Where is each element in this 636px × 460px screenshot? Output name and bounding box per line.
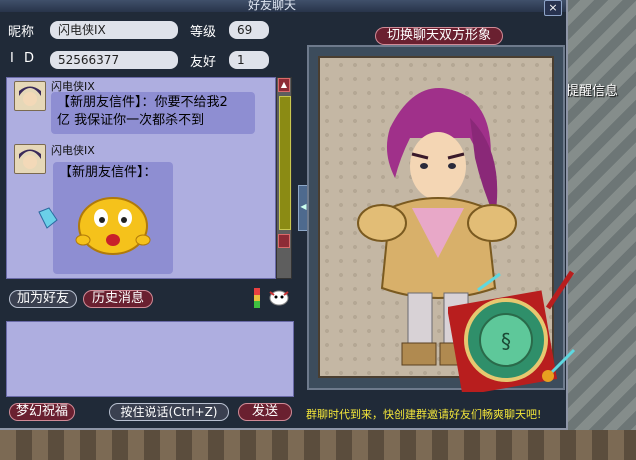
scroll-thumb[interactable] [279,96,291,230]
gem-icon [38,207,58,229]
switch-portrait-button[interactable]: 切换聊天双方形象 [375,27,503,45]
message-text-line1: 【新朋友信件】：你要不给我2 [57,95,228,110]
send-button[interactable]: 发送 [238,403,292,421]
message-text: 【新朋友信件】： [59,165,157,180]
level-field: 69 [229,21,269,39]
dream-wish-button[interactable]: 梦幻祝福 [9,403,75,421]
game-scene-bottom [0,430,636,460]
group-chat-jade-icon[interactable]: § [448,268,576,392]
scroll-up-button[interactable]: ▲ [278,78,290,92]
message-input[interactable] [6,321,294,397]
level-label: 等级 [190,25,217,40]
reminder-text[interactable]: 提醒信息 [566,80,618,99]
svg-text:§: § [501,329,511,353]
title-bar[interactable]: 好友聊天 × [0,0,566,16]
nickname-label: 昵称 [8,25,35,40]
window-title: 好友聊天 [248,0,297,12]
friendship-label: 友好 [190,55,217,70]
add-friend-button[interactable]: 加为好友 [9,290,77,308]
sender-avatar [14,81,46,111]
friendship-field: 1 [229,51,269,69]
id-label: I D [10,51,37,66]
message-text-line2: 亿 我保证你一次都杀不到 [57,113,205,128]
message-bubble: 【新朋友信件】：你要不给我2 亿 我保证你一次都杀不到 [51,92,255,134]
signal-icon [254,288,260,308]
chat-scrollbar[interactable]: ▲ [276,77,292,279]
scroll-down-button[interactable] [278,234,290,248]
game-scene-right [566,0,636,460]
message-sender-name: 闪电侠IX [51,144,95,157]
friend-chat-window: 好友聊天 × 昵称 闪电侠IX 等级 69 I D 52566377 友好 1 … [0,0,576,430]
push-to-talk-button[interactable]: 按住说话(Ctrl+Z) [109,403,229,421]
group-chat-slogan[interactable]: 群聊时代到来，快创建群邀请好友们畅爽聊天吧! [306,406,541,422]
nickname-field: 闪电侠IX [50,21,178,39]
id-field: 52566377 [50,51,178,69]
history-button[interactable]: 历史消息 [83,290,153,308]
message-bubble: 【新朋友信件】： [53,162,173,274]
close-button[interactable]: × [544,0,562,16]
chat-history[interactable]: 闪电侠IX 【新朋友信件】：你要不给我2 亿 我保证你一次都杀不到 闪电侠IX … [6,77,276,279]
sender-avatar [14,144,46,174]
emoticon-icon [75,197,151,255]
pet-emote-icon[interactable] [268,288,290,306]
